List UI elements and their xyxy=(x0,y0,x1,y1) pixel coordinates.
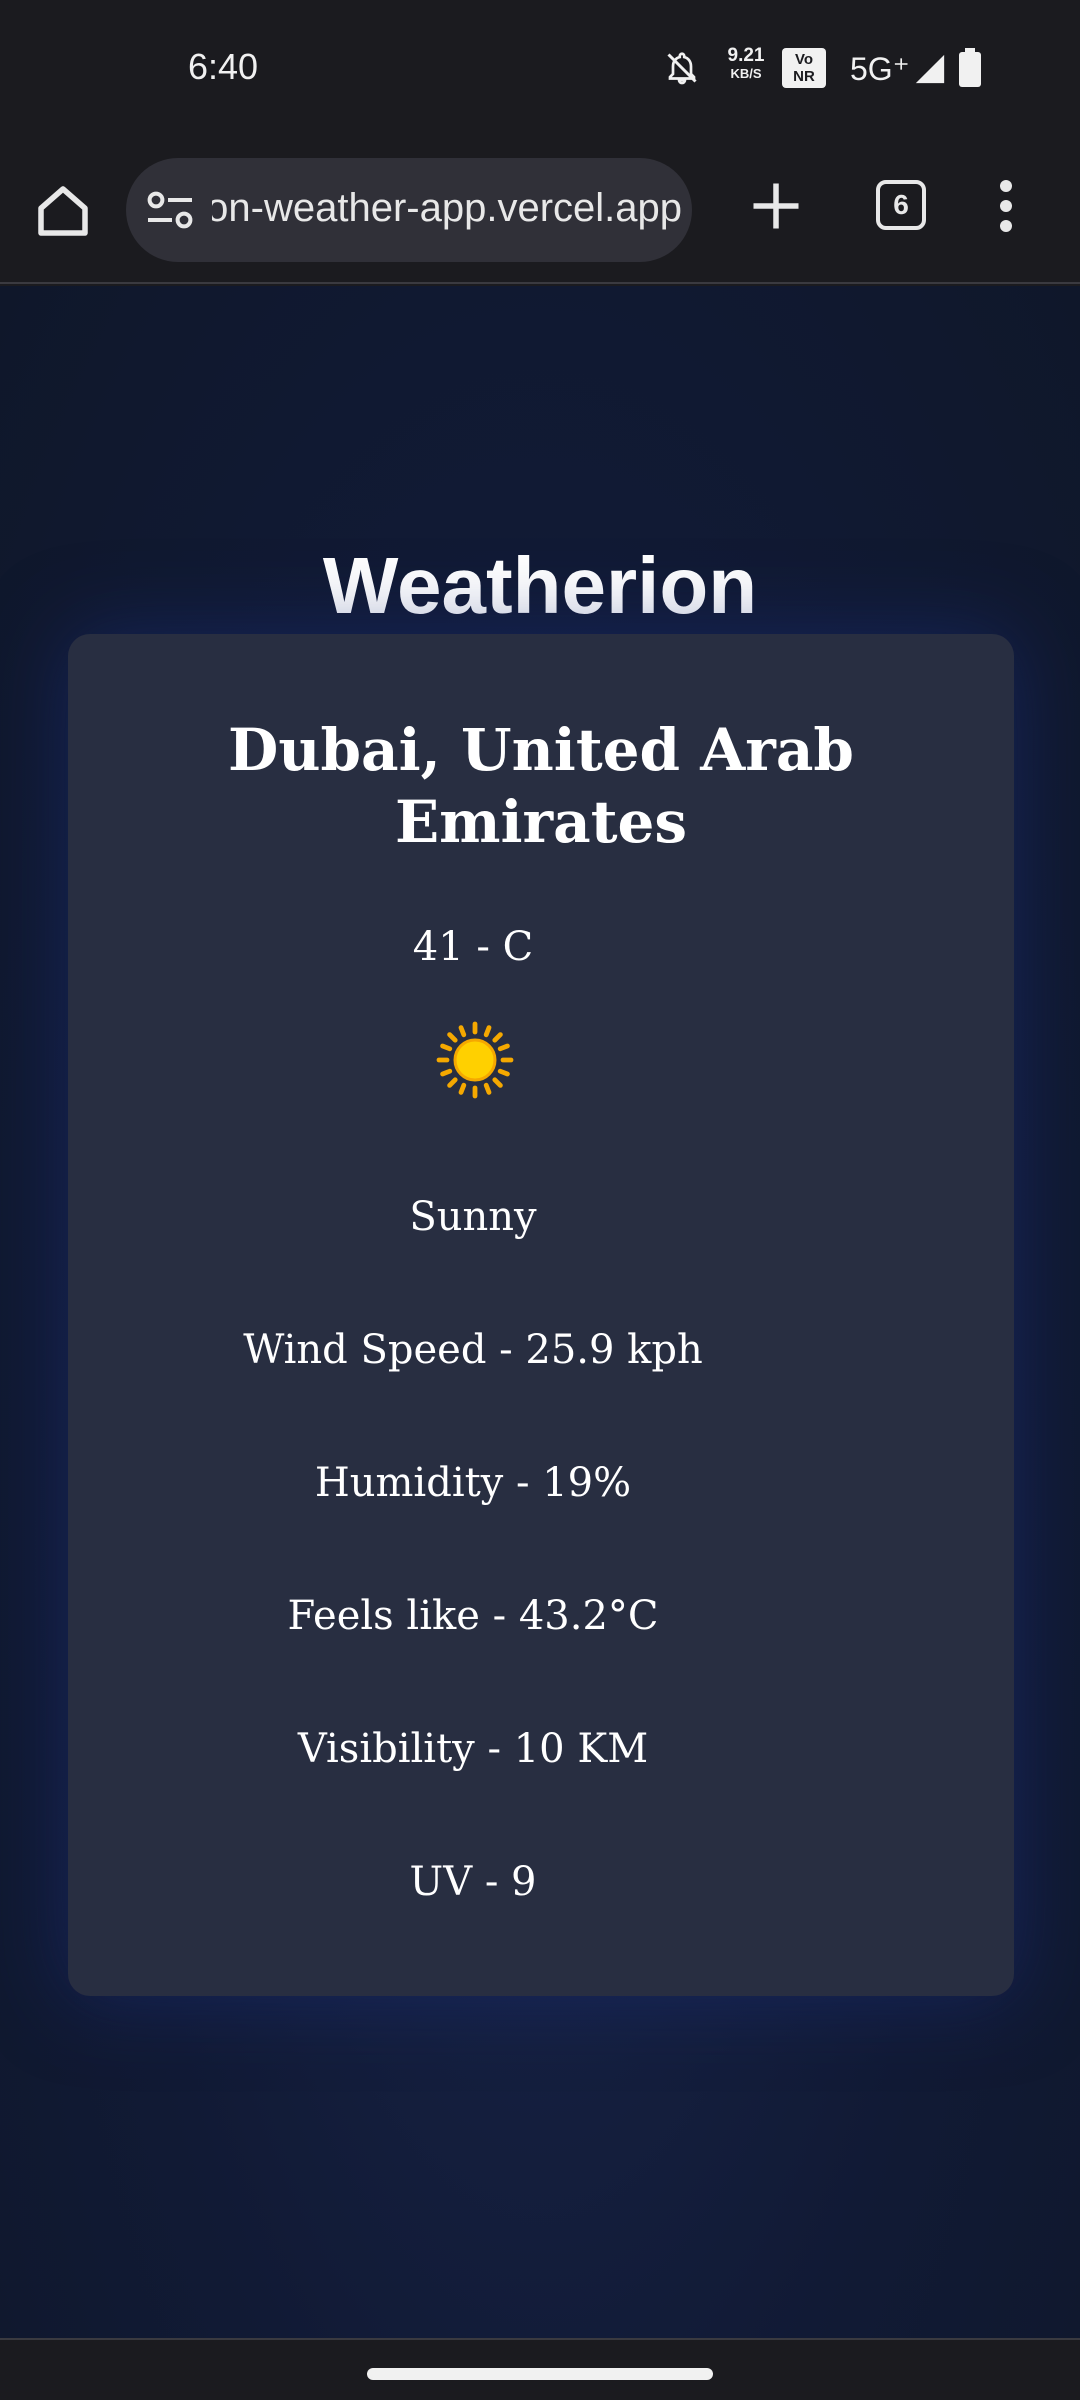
battery-icon xyxy=(959,48,981,87)
volte-badge-bottom: NR xyxy=(793,68,815,85)
app-title: Weatherion xyxy=(322,541,758,630)
home-icon[interactable] xyxy=(30,178,96,244)
network-speed: 9.21 KB/S xyxy=(716,46,776,80)
wind-speed: Wind Speed - 25.9 kph xyxy=(243,1327,703,1373)
status-bar: 6:40 9.21 KB/S Vo NR 5G⁺ xyxy=(0,0,1080,140)
uv-index: UV - 9 xyxy=(409,1859,537,1905)
network-type: 5G⁺ xyxy=(850,51,910,87)
url-text[interactable]: weatherion-weather-app.vercel.app xyxy=(212,186,682,236)
site-settings-icon[interactable] xyxy=(144,186,196,234)
network-speed-value: 9.21 xyxy=(727,45,765,66)
sun-icon xyxy=(436,1021,514,1099)
weather-condition: Sunny xyxy=(409,1194,537,1240)
tab-switcher-button[interactable]: 6 xyxy=(876,180,926,230)
location-name: Dubai, United Arab Emirates xyxy=(228,716,854,856)
new-tab-icon[interactable] xyxy=(746,176,806,236)
humidity: Humidity - 19% xyxy=(314,1460,632,1506)
feels-like: Feels like - 43.2°C xyxy=(287,1593,659,1639)
gesture-handle[interactable] xyxy=(367,2368,713,2380)
more-menu-icon[interactable] xyxy=(990,176,1022,236)
visibility: Visibility - 10 KM xyxy=(297,1726,649,1772)
signal-icon xyxy=(915,54,945,84)
address-bar[interactable]: weatherion-weather-app.vercel.app xyxy=(126,158,692,262)
volte-badge: Vo NR xyxy=(782,48,826,88)
weather-card: Dubai, United Arab Emirates xyxy=(68,634,1014,1996)
status-time: 6:40 xyxy=(188,46,259,87)
bell-off-icon xyxy=(667,52,697,85)
temperature: 41 - C xyxy=(412,924,534,970)
browser-toolbar: weatherion-weather-app.vercel.app 6 xyxy=(0,140,1080,284)
navigation-bar xyxy=(0,2338,1080,2400)
network-speed-unit: KB/S xyxy=(730,66,762,81)
volte-badge-top: Vo xyxy=(794,51,814,68)
